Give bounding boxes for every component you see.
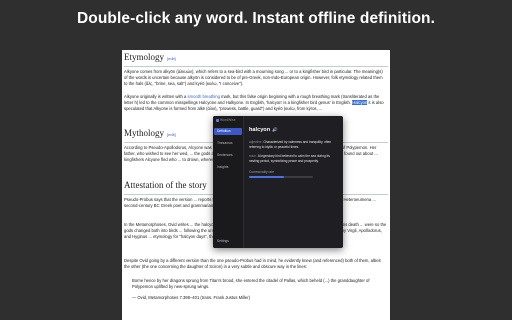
divider bbox=[124, 66, 388, 67]
block-quote: Borne hence by her dragons sprung from T… bbox=[132, 278, 370, 290]
edit-link[interactable]: [edit] bbox=[167, 56, 176, 61]
word-title: halcyon bbox=[249, 127, 271, 133]
commonality-bar bbox=[249, 176, 313, 178]
part-of-speech: adjective. bbox=[249, 140, 263, 144]
mythology-heading: Mythology [edit] bbox=[124, 128, 176, 138]
etymology-heading-text: Etymology bbox=[124, 52, 164, 62]
selected-word[interactable]: Halcyon bbox=[352, 100, 368, 106]
attestation-paragraph-3: Despite Ovid going by a different versio… bbox=[124, 258, 381, 270]
mythology-heading-text: Mythology bbox=[124, 128, 165, 138]
app-logo-icon bbox=[216, 118, 219, 122]
nav-settings[interactable]: Settings bbox=[214, 238, 242, 245]
etymology-paragraph-2: Alkyone originally is written with a smo… bbox=[124, 94, 387, 112]
brand-name: WordWise bbox=[220, 118, 236, 122]
commonality-bar-fill bbox=[249, 176, 285, 178]
commonality-label: Commonality rate bbox=[249, 170, 274, 174]
speaker-icon[interactable]: 🔊 bbox=[272, 127, 278, 133]
quote-source: — Ovid, Metamorphoses 7.398–401 (trans. … bbox=[132, 295, 250, 300]
part-of-speech: noun. bbox=[249, 154, 257, 158]
etymology-heading: Etymology [edit] bbox=[124, 52, 176, 62]
definition-text: A legendary bird believed to calm the se… bbox=[249, 154, 330, 163]
edit-link[interactable]: [edit] bbox=[167, 132, 176, 137]
smooth-breathing-link[interactable]: smooth breathing bbox=[188, 94, 220, 99]
definition-text: Characterized by calmness and tranquilit… bbox=[249, 140, 332, 149]
popup-content: halcyon 🔊 adjective. Characterized by ca… bbox=[246, 116, 343, 248]
definition-adjective: adjective. Characterized by calmness and… bbox=[249, 140, 339, 150]
brand: WordWise bbox=[216, 118, 236, 122]
nav-insights[interactable]: Insights bbox=[214, 164, 242, 171]
text: Alkyone originally is written with a bbox=[124, 94, 188, 99]
attestation-heading-text: Attestation of the story bbox=[124, 180, 207, 190]
etymology-paragraph-1: Alkyone comes from alkyōn (ἀλκυών), whic… bbox=[124, 69, 383, 87]
definition-popup: WordWise Definition Thesaurus Sentences … bbox=[213, 116, 343, 248]
nav-definition[interactable]: Definition bbox=[214, 128, 242, 135]
definition-noun: noun. A legendary bird believed to calm … bbox=[249, 154, 339, 164]
nav-thesaurus[interactable]: Thesaurus bbox=[214, 140, 242, 147]
attestation-heading: Attestation of the story bbox=[124, 180, 207, 190]
headline: Double-click any word. Instant offline d… bbox=[76, 10, 436, 27]
nav-sentences[interactable]: Sentences bbox=[214, 152, 242, 159]
popup-sidebar: WordWise Definition Thesaurus Sentences … bbox=[213, 116, 244, 248]
